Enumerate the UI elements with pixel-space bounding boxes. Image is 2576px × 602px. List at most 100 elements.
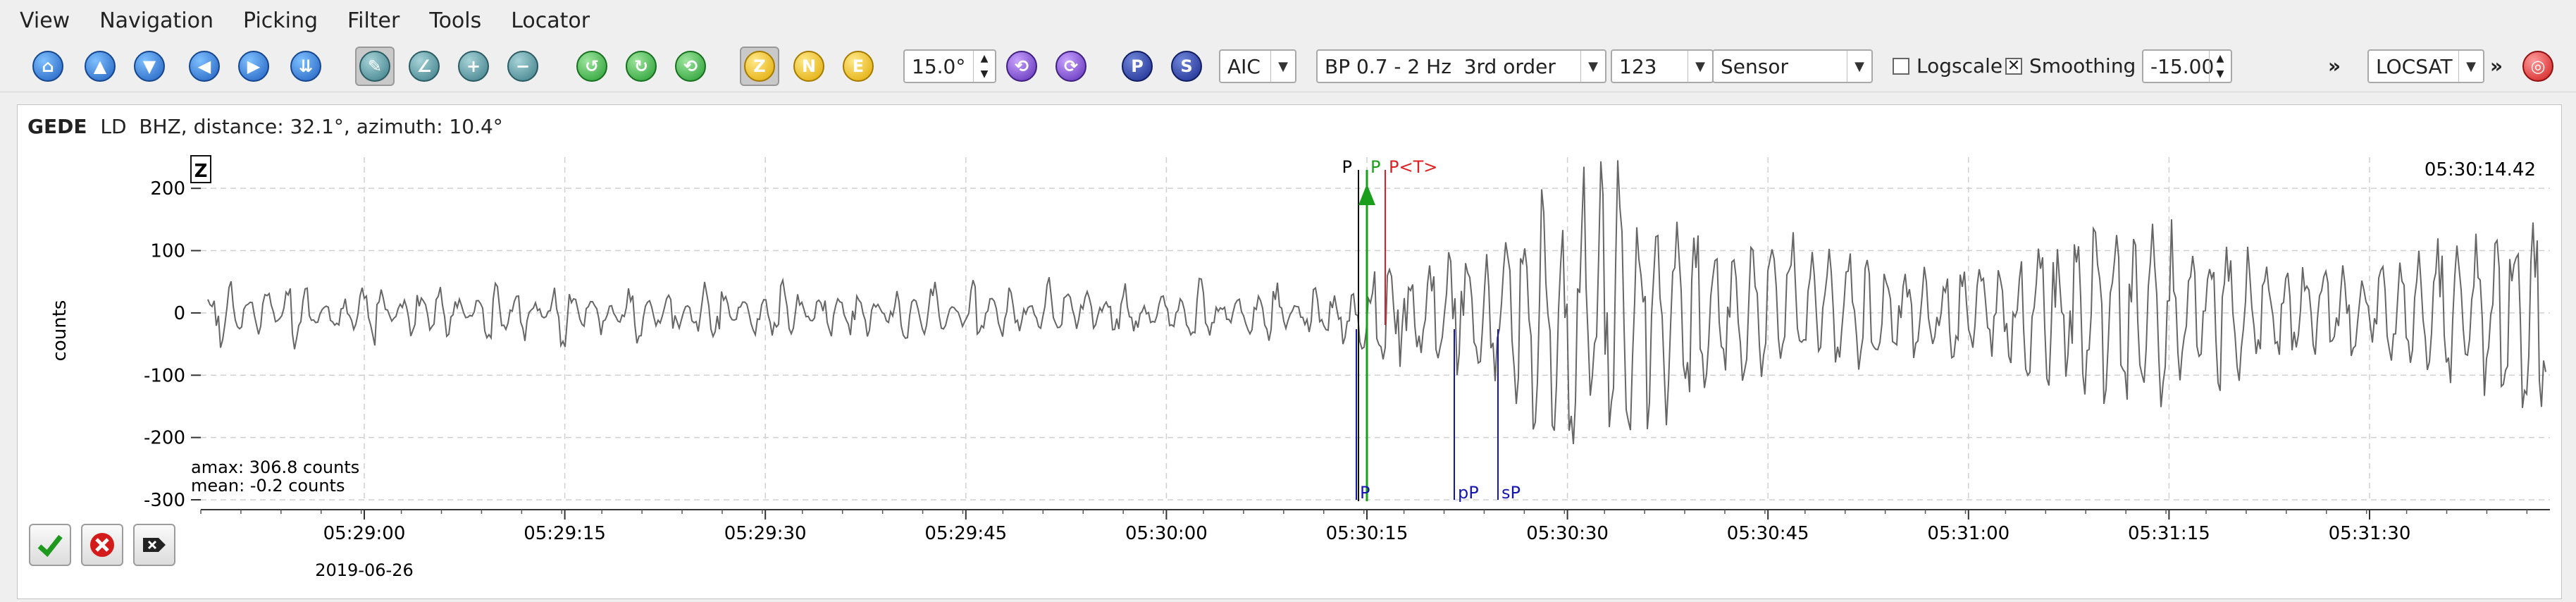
logscale-label: Logscale	[1916, 54, 2003, 78]
x-tick-label: 05:30:45	[1727, 523, 1809, 544]
pick-arrow-icon	[1358, 184, 1375, 205]
black-pick-label: P	[1342, 157, 1352, 177]
amax-label: amax: 306.8 counts	[191, 457, 359, 477]
date-label: 2019-06-26	[315, 560, 413, 580]
chevron-down-icon[interactable]: ▼	[1847, 51, 1871, 82]
phase-p-icon: P	[1122, 51, 1153, 82]
rotate-right-button[interactable]: ⟳	[1051, 47, 1091, 86]
rotate-left-button[interactable]: ⟲	[1002, 47, 1041, 86]
x-tick-label: 05:30:30	[1526, 523, 1609, 544]
units-combo[interactable]: Sensor ▼	[1712, 49, 1873, 83]
rotation-spinbox[interactable]: 15.0° ▲ ▼	[903, 49, 996, 83]
picker-method-value: AIC	[1227, 54, 1261, 78]
menu-view[interactable]: View	[10, 0, 80, 42]
x-tick-label: 05:29:45	[924, 523, 1007, 544]
logscale-checkbox[interactable]	[1893, 58, 1909, 75]
green-pick-label: P	[1370, 157, 1380, 177]
x-tick-label: 05:30:00	[1125, 523, 1208, 544]
rotation-spin-arrows[interactable]: ▲ ▼	[973, 51, 995, 82]
home-icon: ⌂	[32, 51, 63, 82]
next-icon: ▶	[238, 51, 269, 82]
reject-button[interactable]	[81, 524, 123, 566]
smoothing-spin-arrows[interactable]: ▲ ▼	[2209, 51, 2231, 82]
x-tick-label: 05:31:30	[2329, 523, 2411, 544]
checkmark-icon	[37, 534, 63, 558]
picker-method-combo[interactable]: AIC ▼	[1219, 49, 1296, 83]
pick-p-button[interactable]: ↺	[572, 47, 612, 86]
pick-tool-button[interactable]: ✎	[355, 47, 395, 86]
menu-navigation[interactable]: Navigation	[89, 0, 223, 42]
phase-p-button[interactable]: P	[1117, 47, 1157, 86]
filter-order-combo[interactable]: 123 ▼	[1611, 49, 1714, 83]
angle-tool-icon: ∠	[409, 51, 440, 82]
target-button[interactable]: ◎	[2518, 47, 2558, 86]
chevron-down-icon[interactable]: ▼	[1580, 51, 1605, 82]
smoothing-spinbox[interactable]: -15.00 ▲ ▼	[2142, 49, 2232, 83]
x-tick-label: 05:31:00	[1927, 523, 2010, 544]
align-button[interactable]: ⇊	[286, 47, 326, 86]
angle-tool-button[interactable]: ∠	[404, 47, 444, 86]
pick-p-icon: ↺	[576, 51, 607, 82]
units-value: Sensor	[1721, 54, 1788, 78]
pick-s-button[interactable]: ↻	[621, 47, 661, 86]
menu-tools[interactable]: Tools	[419, 0, 491, 42]
menu-filter[interactable]: Filter	[338, 0, 409, 42]
y-tick-label: 200	[150, 178, 185, 199]
locator-value: LOCSAT	[2376, 54, 2453, 78]
chevron-down-icon[interactable]: ▼	[1270, 51, 1295, 82]
target-icon: ◎	[2522, 51, 2553, 82]
scroll-up-icon: ▲	[85, 51, 116, 82]
rotate-left-icon: ⟲	[1006, 51, 1037, 82]
scroll-down-button[interactable]: ▼	[130, 47, 169, 86]
component-n-button[interactable]: N	[789, 47, 829, 86]
seismogram-plot[interactable]: 2001000-100-200-300 05:29:00 05:29:15 05:2…	[18, 105, 2561, 598]
pick-s-icon: ↻	[626, 51, 657, 82]
smoothing-checkbox[interactable]: ✕	[2005, 58, 2022, 75]
component-n-icon: N	[793, 51, 824, 82]
theoretical-pp-label: pP	[1458, 483, 1479, 503]
menu-picking[interactable]: Picking	[233, 0, 328, 42]
export-icon	[143, 538, 166, 552]
export-button[interactable]	[133, 524, 175, 566]
filter-order-value: 123	[1619, 54, 1657, 78]
zoom-in-button[interactable]: +	[454, 47, 493, 86]
component-e-button[interactable]: E	[838, 47, 878, 86]
zoom-out-button[interactable]: −	[503, 47, 543, 86]
align-icon: ⇊	[290, 51, 321, 82]
y-tick-label: -300	[144, 490, 185, 511]
phase-s-button[interactable]: S	[1167, 47, 1206, 86]
y-tick-label: 0	[173, 303, 185, 324]
filter-combo[interactable]: BP 0.7 - 2 Hz 3rd order ▼	[1316, 49, 1606, 83]
phase-s-icon: S	[1171, 51, 1202, 82]
rotate-right-icon: ⟳	[1055, 51, 1086, 82]
toolbar: ⌂ ▲ ▼ ◀ ▶ ⇊ ✎ ∠ + − ↺ ↻ ⟲ Z N E 15.0° ▲ ▼…	[0, 42, 2576, 92]
smoothing-label: Smoothing	[2029, 54, 2136, 78]
component-z-button[interactable]: Z	[740, 47, 779, 86]
next-button[interactable]: ▶	[234, 47, 273, 86]
y-tick-label: -200	[144, 428, 185, 449]
smoothing-value: -15.00	[2150, 54, 2215, 78]
previous-button[interactable]: ◀	[185, 47, 224, 86]
pick-other-button[interactable]: ⟲	[671, 47, 710, 86]
x-tick-label: 05:29:15	[524, 523, 606, 544]
scroll-up-button[interactable]: ▲	[80, 47, 120, 86]
rotation-value: 15.0°	[912, 54, 966, 78]
x-tick-label: 05:29:00	[323, 523, 406, 544]
component-label: Z	[194, 161, 208, 182]
locator-overflow-button[interactable]: »	[2490, 49, 2503, 83]
y-tick-label: -100	[144, 365, 185, 386]
home-button[interactable]: ⌂	[28, 47, 68, 86]
filter-value: BP 0.7 - 2 Hz 3rd order	[1325, 54, 1556, 78]
trace-time-label: 05:30:14.42	[2425, 159, 2536, 180]
y-axis-label: counts	[49, 300, 70, 362]
chevron-down-icon[interactable]: ▼	[1688, 51, 1712, 82]
close-icon	[90, 533, 114, 557]
scroll-down-icon: ▼	[134, 51, 165, 82]
locator-combo[interactable]: LOCSAT ▼	[2367, 49, 2484, 83]
accept-button[interactable]	[29, 524, 71, 566]
chevron-down-icon[interactable]: ▼	[2458, 51, 2483, 82]
toolbar-overflow-button[interactable]: »	[2328, 49, 2341, 83]
menu-locator[interactable]: Locator	[501, 0, 600, 42]
pick-tool-icon: ✎	[359, 51, 390, 82]
previous-icon: ◀	[189, 51, 220, 82]
